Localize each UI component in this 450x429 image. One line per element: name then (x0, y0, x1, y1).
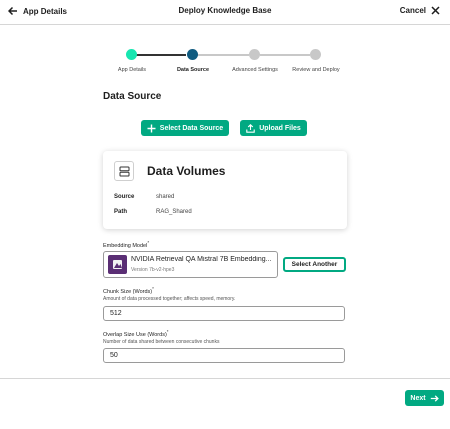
step-dot-review-and-deploy[interactable] (310, 49, 321, 60)
path-key: Path (114, 209, 128, 215)
chunk-size-label-text: Chunk Size (Words) (103, 288, 153, 295)
source-key: Source (114, 194, 135, 200)
overlap-size-help: Number of data shared between consecutiv… (103, 339, 220, 345)
model-thumbnail-icon (108, 255, 127, 274)
next-button-label: Next (410, 394, 426, 402)
plus-icon (147, 124, 156, 132)
cancel-button-label: Cancel (399, 6, 426, 15)
step-dot-app-details[interactable] (126, 49, 137, 60)
required-mark: * (152, 286, 154, 291)
step-connector-1 (136, 54, 186, 56)
embedding-model-label: Embedding Model* (103, 240, 149, 249)
upload-files-label: Upload Files (259, 124, 301, 132)
wizard-stepper: App Details Data Source Advanced Setting… (105, 48, 345, 78)
step-label-review-and-deploy: Review and Deploy (292, 67, 340, 73)
footer-divider (0, 378, 450, 379)
select-data-source-button[interactable]: Select Data Source (141, 120, 229, 136)
embedding-model-label-text: Embedding Model (103, 242, 148, 249)
next-button[interactable]: Next (405, 390, 444, 406)
chunk-size-help: Amount of data processed together; affec… (103, 296, 236, 302)
overlap-size-label: Overlap Size Use (Words)* (103, 329, 169, 338)
step-dot-data-source[interactable] (187, 49, 198, 60)
step-dot-advanced-settings[interactable] (249, 49, 260, 60)
embedding-model-selector[interactable]: NVIDIA Retrieval QA Mistral 7B Embedding… (103, 251, 278, 278)
section-title: Data Source (103, 91, 162, 102)
select-data-source-label: Select Data Source (159, 124, 224, 132)
top-bar: App Details Deploy Knowledge Base Cancel (0, 0, 450, 25)
overlap-size-label-text: Overlap Size Use (Words) (103, 331, 167, 338)
required-mark: * (147, 240, 150, 245)
data-volume-card: Data Volumes Source shared Path RAG_Shar… (103, 151, 347, 229)
page-title: Deploy Knowledge Base (178, 6, 272, 15)
upload-icon (246, 123, 255, 133)
storage-icon (114, 161, 134, 181)
select-another-button[interactable]: Select Another (283, 257, 346, 272)
arrow-right-icon (430, 394, 439, 402)
chunk-size-input[interactable]: 512 (103, 306, 345, 321)
cancel-button[interactable]: Cancel (400, 6, 440, 15)
upload-files-button[interactable]: Upload Files (240, 120, 307, 136)
model-version: Version 7b-v2-hpe3 (131, 267, 175, 273)
step-connector-2 (197, 54, 249, 56)
required-mark: * (166, 329, 169, 334)
chunk-size-label: Chunk Size (Words)* (103, 286, 154, 295)
card-title: Data Volumes (147, 164, 226, 178)
model-name: NVIDIA Retrieval QA Mistral 7B Embedding… (131, 256, 272, 263)
step-connector-3 (260, 54, 310, 56)
path-value: RAG_Shared (156, 209, 192, 215)
source-value: shared (156, 194, 175, 200)
close-icon (431, 6, 440, 15)
overlap-size-input[interactable]: 50 (103, 348, 345, 363)
